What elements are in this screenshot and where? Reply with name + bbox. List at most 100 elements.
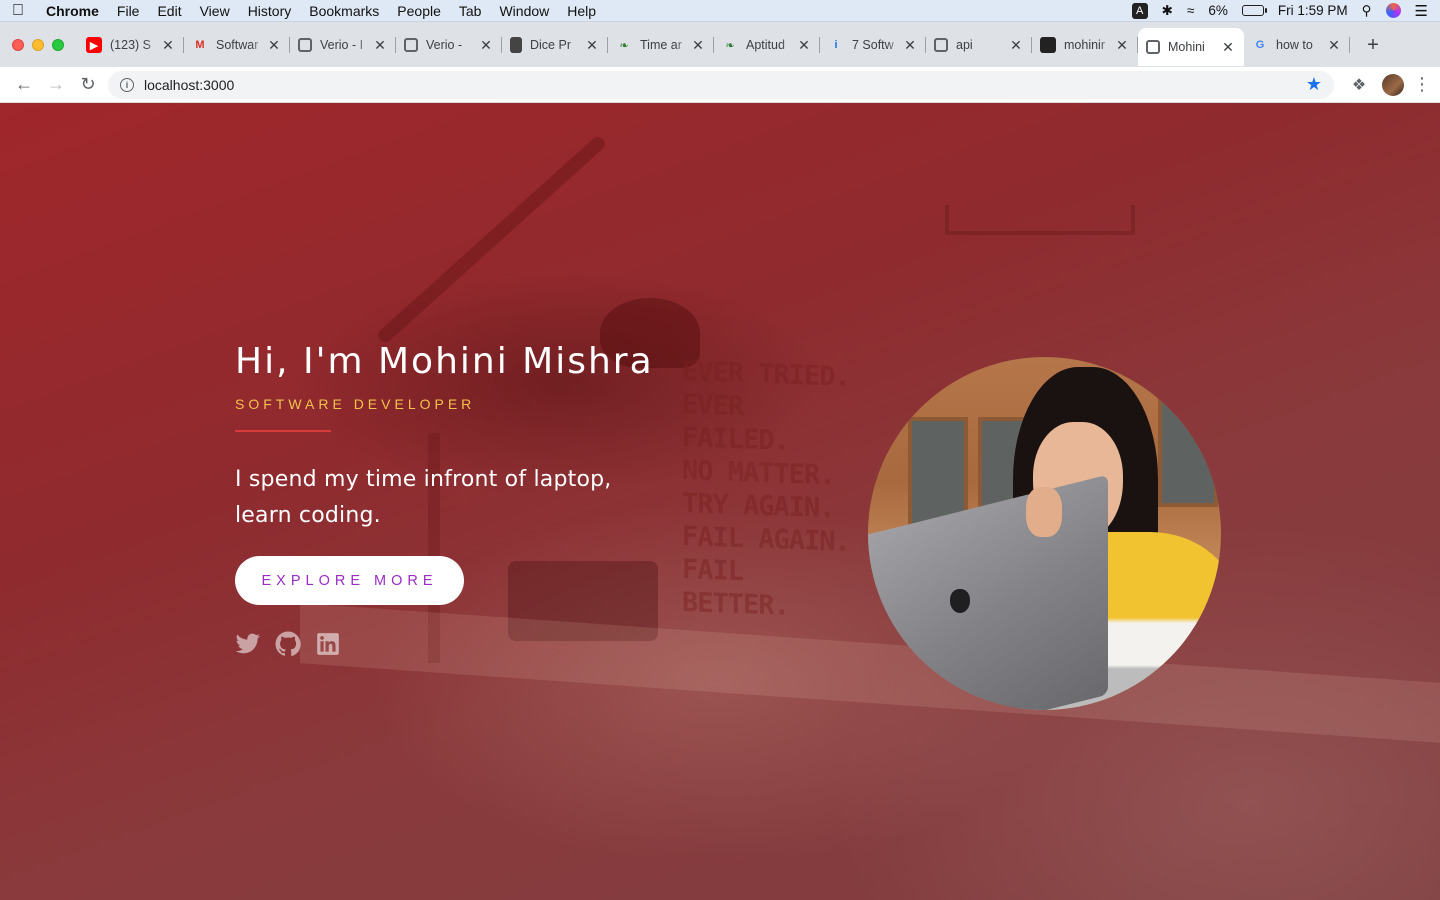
battery-percent: 6% [1208, 3, 1228, 18]
photo-laptop [868, 474, 1108, 710]
globe-icon [934, 38, 948, 52]
reload-button[interactable]: ↻ [72, 69, 104, 101]
tab-title: Softwar [216, 38, 259, 52]
bookmark-star-icon[interactable]: ★ [1306, 74, 1322, 95]
background-frame [945, 205, 1135, 235]
macos-menu-bar:  Chrome File Edit View History Bookmark… [0, 0, 1440, 22]
gmail-icon: M [195, 39, 205, 51]
hero-section: EVER TRIED. EVER FAILED. NO MATTER. TRY … [0, 103, 1440, 900]
window-controls [0, 22, 78, 67]
tab-title: Verio - I [320, 38, 364, 52]
tab-title: Dice Pr [530, 38, 571, 52]
browser-tab[interactable]: i 7 Softw ✕ [820, 28, 926, 62]
close-tab-icon[interactable]: ✕ [1114, 37, 1130, 54]
menu-file[interactable]: File [117, 3, 140, 19]
browser-tab[interactable]: ❧ Time ar ✕ [608, 28, 714, 62]
tab-title: Aptitud [746, 38, 785, 52]
close-tab-icon[interactable]: ✕ [796, 37, 812, 54]
battery-icon[interactable] [1241, 5, 1267, 16]
menu-bookmarks[interactable]: Bookmarks [309, 3, 379, 19]
leaf-icon: ❧ [725, 39, 735, 52]
browser-tab[interactable]: api ✕ [926, 28, 1032, 62]
input-source-icon[interactable]: A [1131, 2, 1148, 19]
tab-title: Mohini [1168, 40, 1205, 54]
tab-title: Verio - [426, 38, 463, 52]
wifi-icon[interactable]: ≈ [1187, 3, 1194, 18]
menu-app-name[interactable]: Chrome [46, 3, 99, 19]
menu-clock[interactable]: Fri 1:59 PM [1278, 3, 1348, 18]
hero-role: SOFTWARE DEVELOPER [235, 396, 476, 412]
back-button[interactable]: ← [8, 69, 40, 101]
linkedin-icon[interactable] [315, 631, 341, 657]
google-icon: G [1255, 39, 1265, 51]
tab-strip: ▶ (123) S ✕ M Softwar ✕ Verio - I ✕ Verio - ✕ … [0, 22, 1440, 67]
site-info-icon[interactable]: i [120, 77, 134, 92]
menu-window[interactable]: Window [499, 3, 549, 19]
browser-tab[interactable]: mohinir ✕ [1032, 28, 1138, 62]
address-bar[interactable]: i localhost:3000 ★ [108, 70, 1334, 99]
github-icon [1040, 37, 1056, 53]
close-window-button[interactable] [12, 38, 24, 51]
globe-icon [1146, 40, 1160, 54]
siri-icon[interactable] [1385, 3, 1401, 18]
github-icon[interactable] [275, 631, 301, 657]
menu-people[interactable]: People [397, 3, 441, 19]
hero-divider [235, 430, 331, 432]
menu-history[interactable]: History [248, 3, 292, 19]
social-links [235, 631, 655, 657]
minimize-window-button[interactable] [32, 38, 44, 51]
new-tab-button[interactable]: + [1358, 34, 1388, 57]
close-tab-icon[interactable]: ✕ [690, 37, 706, 54]
close-tab-icon[interactable]: ✕ [478, 37, 494, 54]
youtube-icon: ▶ [86, 37, 102, 53]
explore-more-button[interactable]: EXPLORE MORE [235, 556, 464, 605]
menu-tab[interactable]: Tab [459, 3, 482, 19]
notification-center-icon[interactable]: ☰ [1415, 2, 1428, 20]
apple-icon[interactable]:  [12, 2, 40, 20]
close-tab-icon[interactable]: ✕ [160, 37, 176, 54]
twitter-icon[interactable] [235, 631, 261, 657]
menu-bar-status: A ✱ ≈ 6% Fri 1:59 PM ⚲ ☰ [1131, 2, 1428, 20]
browser-tab-active[interactable]: Mohini ✕ [1138, 28, 1244, 66]
browser-tab[interactable]: Dice Pr ✕ [502, 28, 608, 62]
tab-title: how to [1276, 38, 1313, 52]
browser-tab[interactable]: Verio - ✕ [396, 28, 502, 62]
menu-edit[interactable]: Edit [157, 3, 181, 19]
hero-text-block: Hi, I'm Mohini Mishra SOFTWARE DEVELOPER… [235, 341, 655, 657]
close-tab-icon[interactable]: ✕ [584, 37, 600, 54]
info-icon: i [834, 39, 838, 51]
background-lamp-arm [375, 134, 608, 346]
poster-line: EVER FAILED. [682, 389, 789, 457]
photo-window [1158, 397, 1218, 507]
bluetooth-icon[interactable]: ✱ [1162, 3, 1173, 19]
close-tab-icon[interactable]: ✕ [1008, 37, 1024, 54]
profile-photo [868, 357, 1221, 710]
browser-tab[interactable]: M Softwar ✕ [184, 28, 290, 62]
tab-list: ▶ (123) S ✕ M Softwar ✕ Verio - I ✕ Verio - ✕ … [78, 27, 1388, 66]
close-tab-icon[interactable]: ✕ [372, 37, 388, 54]
close-tab-icon[interactable]: ✕ [1326, 37, 1342, 54]
close-tab-icon[interactable]: ✕ [1220, 39, 1236, 56]
address-url[interactable]: localhost:3000 [144, 77, 234, 93]
menu-help[interactable]: Help [567, 3, 596, 19]
tab-title: 7 Softw [852, 38, 894, 52]
background-poster: EVER TRIED. EVER FAILED. NO MATTER. TRY … [682, 355, 852, 622]
spotlight-search-icon[interactable]: ⚲ [1362, 3, 1372, 19]
forward-button[interactable]: → [40, 69, 72, 101]
hero-heading: Hi, I'm Mohini Mishra [235, 341, 654, 382]
browser-tab[interactable]: Ghow to ✕ [1244, 28, 1350, 62]
profile-avatar[interactable] [1382, 73, 1404, 96]
close-tab-icon[interactable]: ✕ [902, 37, 918, 54]
browser-tab[interactable]: ▶ (123) S ✕ [78, 28, 184, 62]
browser-tab[interactable]: Verio - I ✕ [290, 28, 396, 62]
extensions-puzzle-icon[interactable]: ❖ [1344, 75, 1374, 95]
chrome-menu-icon[interactable]: ⋮ [1412, 74, 1432, 95]
globe-icon [404, 38, 418, 52]
tab-title: Time ar [640, 38, 682, 52]
zoom-window-button[interactable] [52, 38, 64, 51]
apple-logo-icon [950, 589, 970, 613]
close-tab-icon[interactable]: ✕ [266, 37, 282, 54]
menu-view[interactable]: View [200, 3, 230, 19]
browser-tab[interactable]: ❧ Aptitud ✕ [714, 28, 820, 62]
globe-icon [298, 38, 312, 52]
